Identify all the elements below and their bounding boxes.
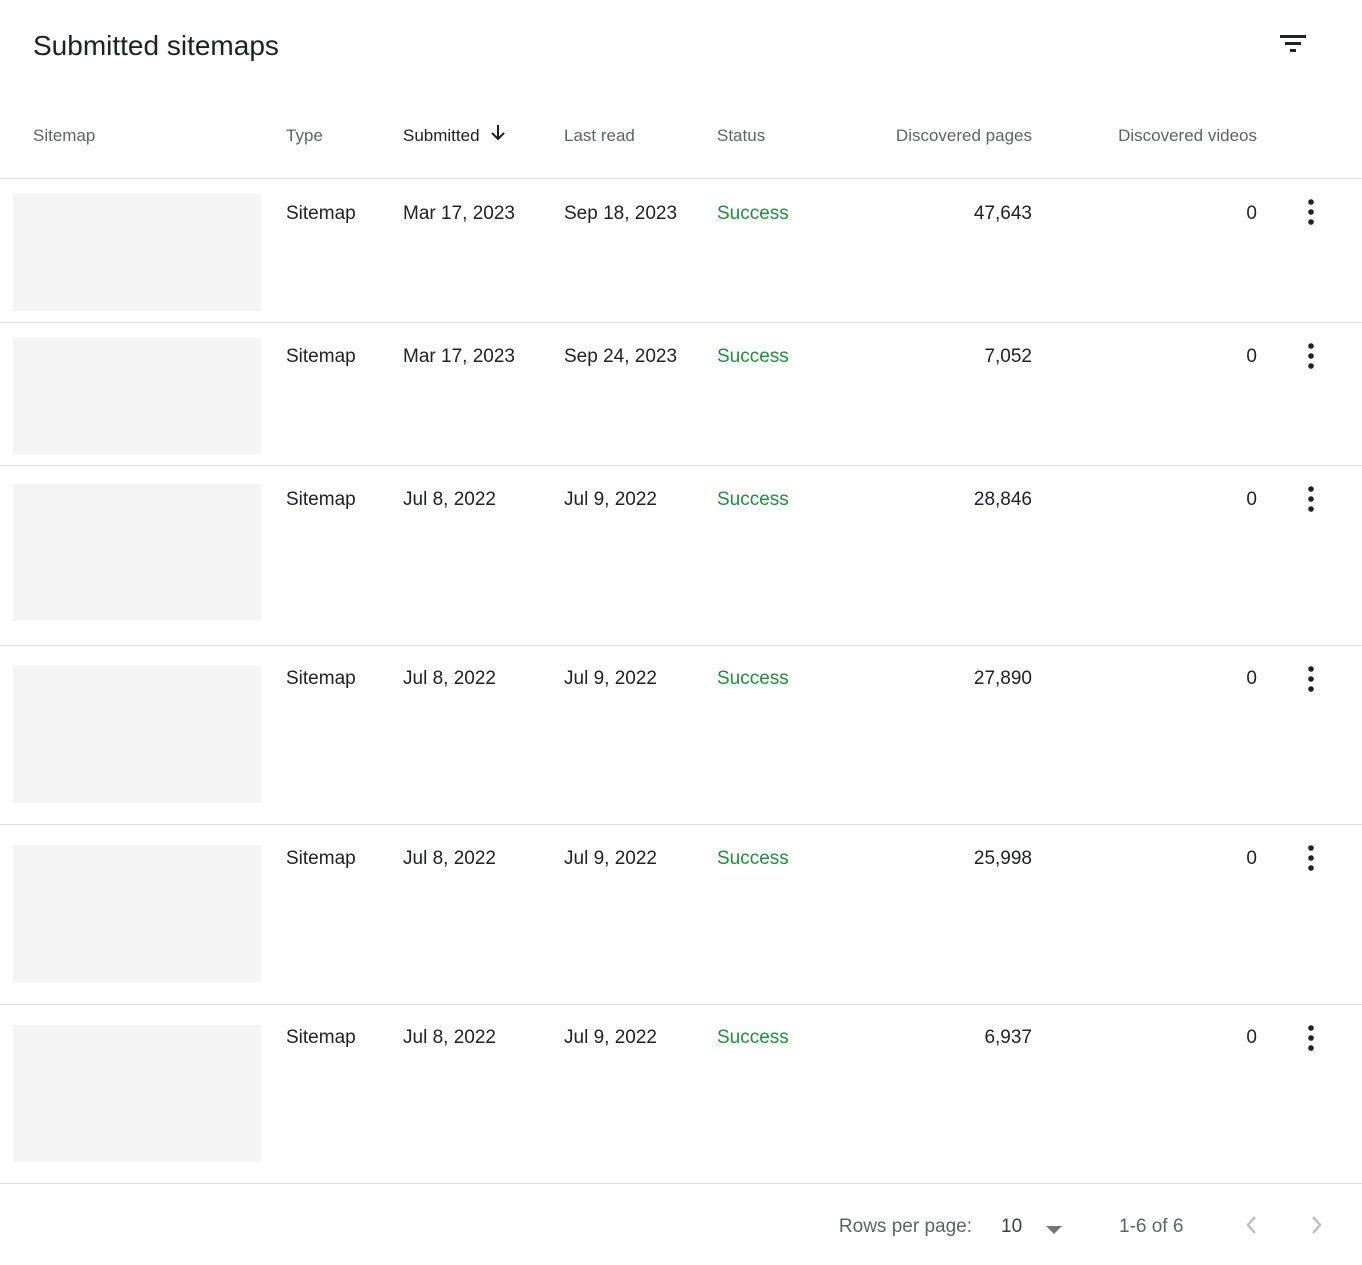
- table-row[interactable]: Sitemap Jul 8, 2022 Jul 9, 2022 Success …: [0, 1005, 1362, 1184]
- column-header-sitemap[interactable]: Sitemap: [33, 124, 95, 148]
- row-more-button[interactable]: [1294, 841, 1328, 875]
- type-cell: Sitemap: [286, 1027, 356, 1048]
- submitted-cell: Jul 8, 2022: [403, 1027, 496, 1048]
- discovered-pages-cell: 25,998: [973, 848, 1032, 869]
- sitemap-url-placeholder: [13, 194, 261, 311]
- discovered-pages-cell: 6,937: [984, 1027, 1032, 1048]
- table-row[interactable]: Sitemap Mar 17, 2023 Sep 24, 2023 Succes…: [0, 323, 1362, 466]
- more-vert-icon: [1308, 199, 1314, 225]
- sitemap-url-placeholder: [13, 1025, 261, 1162]
- column-header-submitted[interactable]: Submitted: [403, 124, 506, 149]
- arrow-downward-icon: [490, 124, 506, 149]
- sitemap-url-placeholder: [13, 666, 261, 803]
- column-header-status[interactable]: Status: [717, 124, 765, 148]
- column-header-label: Discovered pages: [895, 126, 1032, 145]
- status-cell: Success: [717, 848, 789, 869]
- chevron-right-icon: [1312, 1216, 1322, 1234]
- last-read-cell: Jul 9, 2022: [564, 668, 657, 689]
- discovered-pages-cell: 28,846: [973, 489, 1032, 510]
- discovered-videos-cell: 0: [1246, 346, 1257, 367]
- status-cell: Success: [717, 489, 789, 510]
- row-more-button[interactable]: [1294, 339, 1328, 373]
- sitemap-url-placeholder: [13, 338, 261, 454]
- type-cell: Sitemap: [286, 489, 356, 510]
- column-header-label: Discovered videos: [1118, 126, 1257, 145]
- discovered-videos-cell: 0: [1246, 489, 1257, 510]
- column-header-label: Last read: [564, 126, 635, 145]
- discovered-pages-cell: 7,052: [984, 346, 1032, 367]
- type-cell: Sitemap: [286, 203, 356, 224]
- last-read-cell: Jul 9, 2022: [564, 489, 657, 510]
- column-header-type[interactable]: Type: [286, 124, 323, 148]
- column-header-discovered-pages[interactable]: Discovered pages: [896, 124, 1032, 148]
- submitted-cell: Mar 17, 2023: [403, 203, 515, 224]
- status-cell: Success: [717, 668, 789, 689]
- type-cell: Sitemap: [286, 346, 356, 367]
- last-read-cell: Jul 9, 2022: [564, 1027, 657, 1048]
- discovered-videos-cell: 0: [1246, 668, 1257, 689]
- next-page-button[interactable]: [1302, 1210, 1332, 1240]
- discovered-videos-cell: 0: [1246, 1027, 1257, 1048]
- rows-per-page-select[interactable]: 10: [1001, 1212, 1071, 1242]
- column-header-label: Sitemap: [33, 126, 96, 145]
- sitemap-url-placeholder: [13, 484, 261, 621]
- row-more-button[interactable]: [1294, 662, 1328, 696]
- column-header-label: Status: [717, 126, 766, 145]
- last-read-cell: Sep 18, 2023: [564, 203, 678, 224]
- type-cell: Sitemap: [286, 848, 356, 869]
- card-title: Submitted sitemaps: [33, 30, 279, 61]
- discovered-pages-cell: 47,643: [973, 203, 1032, 224]
- submitted-cell: Jul 8, 2022: [403, 489, 496, 510]
- previous-page-button[interactable]: [1236, 1210, 1266, 1240]
- last-read-cell: Sep 24, 2023: [564, 346, 678, 367]
- more-vert-icon: [1308, 343, 1314, 369]
- rows-per-page-value: 10: [1001, 1216, 1023, 1237]
- table-row[interactable]: Sitemap Jul 8, 2022 Jul 9, 2022 Success …: [0, 646, 1362, 825]
- filter-list-icon: [1280, 35, 1306, 52]
- last-read-cell: Jul 9, 2022: [564, 848, 657, 869]
- table-row[interactable]: Sitemap Jul 8, 2022 Jul 9, 2022 Success …: [0, 825, 1362, 1005]
- arrow-drop-down-icon: [1045, 1222, 1063, 1240]
- submitted-cell: Jul 8, 2022: [403, 848, 496, 869]
- pagination-range: 1-6 of 6: [1119, 1216, 1184, 1237]
- filter-button[interactable]: [1272, 22, 1314, 64]
- status-cell: Success: [717, 203, 789, 224]
- table-row[interactable]: Sitemap Mar 17, 2023 Sep 18, 2023 Succes…: [0, 179, 1362, 323]
- submitted-cell: Jul 8, 2022: [403, 668, 496, 689]
- discovered-videos-cell: 0: [1246, 203, 1257, 224]
- more-vert-icon: [1308, 845, 1314, 871]
- type-cell: Sitemap: [286, 668, 356, 689]
- more-vert-icon: [1308, 1025, 1314, 1051]
- more-vert-icon: [1308, 486, 1314, 512]
- column-header-label: Submitted: [403, 126, 480, 145]
- rows-per-page-label: Rows per page:: [838, 1216, 972, 1237]
- column-header-last-read[interactable]: Last read: [564, 124, 635, 148]
- status-cell: Success: [717, 1027, 789, 1048]
- row-more-button[interactable]: [1294, 1021, 1328, 1055]
- row-more-button[interactable]: [1294, 482, 1328, 516]
- discovered-videos-cell: 0: [1246, 848, 1257, 869]
- column-header-discovered-videos[interactable]: Discovered videos: [1118, 124, 1257, 148]
- table-row[interactable]: Sitemap Jul 8, 2022 Jul 9, 2022 Success …: [0, 466, 1362, 646]
- pagination-bar: Rows per page: 10 1-6 of 6: [0, 1184, 1362, 1265]
- sitemap-url-placeholder: [13, 845, 261, 982]
- discovered-pages-cell: 27,890: [973, 668, 1032, 689]
- column-header-label: Type: [286, 126, 323, 145]
- chevron-left-icon: [1246, 1216, 1256, 1234]
- status-cell: Success: [717, 346, 789, 367]
- more-vert-icon: [1308, 666, 1314, 692]
- submitted-cell: Mar 17, 2023: [403, 346, 515, 367]
- row-more-button[interactable]: [1294, 195, 1328, 229]
- table-header: Sitemap Type Submitted Last read Status …: [0, 100, 1362, 179]
